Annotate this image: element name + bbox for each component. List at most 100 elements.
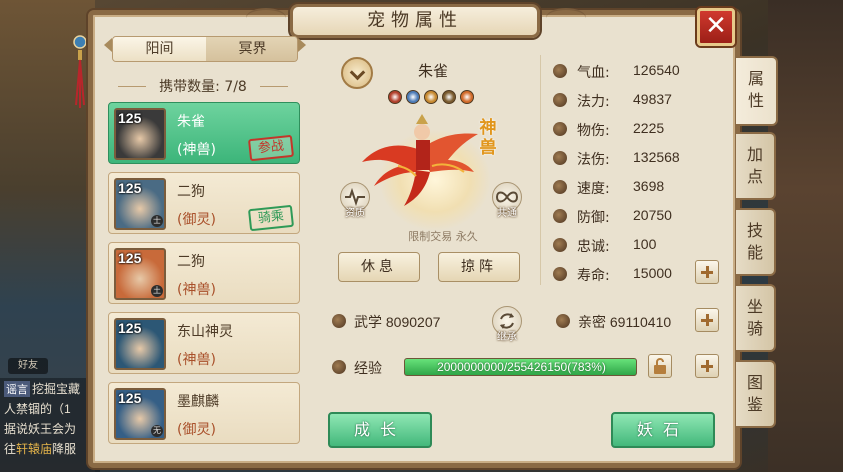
close-button[interactable]: ✕ xyxy=(697,8,735,46)
pet-list-type: (御灵) xyxy=(177,212,216,228)
demon-stone-button[interactable]: 妖石 xyxy=(611,412,715,448)
arrow-left-icon[interactable] xyxy=(104,38,112,52)
chevron-down-icon xyxy=(349,64,366,81)
tab-mingjie[interactable]: 冥界 xyxy=(206,37,297,61)
pet-level: 125 xyxy=(118,180,142,196)
pet-list-type: (神兽) xyxy=(177,142,216,158)
share-label: 共通 xyxy=(497,208,517,219)
status-stamp: 参战 xyxy=(247,134,295,162)
fashang-icon xyxy=(553,151,567,165)
chat-line: 往轩辕庙降服 xyxy=(4,442,77,456)
chat-line: 人禁锢的（1 xyxy=(4,402,71,416)
skill-icon[interactable] xyxy=(406,90,420,104)
stat-label: 速度: xyxy=(577,181,610,197)
pet-list-type: (神兽) xyxy=(177,352,216,368)
element-badge: 土 xyxy=(151,285,163,297)
stat-value: 15000 xyxy=(633,265,672,281)
pet-list-name: 二狗 xyxy=(177,254,205,270)
add-intimacy-button[interactable] xyxy=(695,308,719,332)
pet-level: 125 xyxy=(118,250,142,266)
tab-yangjian[interactable]: 阳间 xyxy=(113,37,206,61)
side-tab[interactable]: 技能 xyxy=(736,208,776,276)
stat-row: 防御: 20750 xyxy=(553,205,723,227)
pet-list-column: 阳间 冥界 携带数量: 7/8 125 朱雀 (神兽) 参战 125 士二狗 (御灵) 骑乘 1… xyxy=(98,28,308,462)
fali-icon xyxy=(553,93,567,107)
stat-label: 法力: xyxy=(577,94,610,110)
pet-list-name: 朱雀 xyxy=(177,114,205,130)
shouming-icon xyxy=(553,267,567,281)
side-tab[interactable]: 坐骑 xyxy=(736,284,776,352)
arrow-right-icon[interactable] xyxy=(298,38,306,52)
qinmi-icon xyxy=(556,314,570,328)
scene-right xyxy=(768,0,843,472)
skill-icon[interactable] xyxy=(460,90,474,104)
fangyu-icon xyxy=(553,209,567,223)
formation-button[interactable]: 掠阵 xyxy=(438,252,520,282)
vermilion-bird-image xyxy=(362,114,478,206)
stat-label: 法伤: xyxy=(577,152,610,168)
element-badge: 无 xyxy=(151,425,163,437)
stat-row: 法伤: 132568 xyxy=(553,147,723,169)
pet-dropdown-button[interactable] xyxy=(341,57,373,89)
pet-list-name: 东山神灵 xyxy=(177,324,233,340)
stat-label: 防御: xyxy=(577,210,610,226)
pet-list-item[interactable]: 125 东山神灵 (神兽) xyxy=(108,312,300,374)
skill-icon[interactable] xyxy=(442,90,456,104)
column-divider xyxy=(540,55,541,285)
pet-list-item[interactable]: 125 士 二狗 (御灵) 骑乘 xyxy=(108,172,300,234)
stat-label: 忠诚: xyxy=(577,239,610,255)
pet-avatar: 125 无 xyxy=(114,388,166,440)
side-tab[interactable]: 属性 xyxy=(736,56,778,126)
grow-button[interactable]: 成长 xyxy=(328,412,432,448)
stat-value: 3698 xyxy=(633,178,665,194)
rest-button[interactable]: 休息 xyxy=(338,252,420,282)
pet-list-item[interactable]: 125 无 墨麒麟 (御灵) xyxy=(108,382,300,444)
chat-box[interactable]: 谣言 挖掘宝藏 人禁锢的（1 据说妖王会为 往轩辕庙降服 xyxy=(0,378,100,472)
title-ornament-right xyxy=(546,8,586,28)
wuxue-icon xyxy=(332,314,346,328)
lock-button[interactable] xyxy=(648,354,672,378)
pet-list-type: (御灵) xyxy=(177,422,216,438)
exp-progress-bar: 2000000000/255426150(783%) xyxy=(404,358,637,376)
stat-row: 忠诚: 100 xyxy=(553,234,723,256)
exp-progress-text: 2000000000/255426150(783%) xyxy=(437,360,606,374)
stat-value: 126540 xyxy=(633,62,680,78)
qinmi-stat: 亲密 69110410 xyxy=(578,314,672,330)
skill-icon[interactable] xyxy=(424,90,438,104)
qixue-icon xyxy=(553,64,567,78)
title-ornament-left xyxy=(246,8,286,28)
pet-list-name: 二狗 xyxy=(177,184,205,200)
pet-list-item[interactable]: 125 土 二狗 (神兽) xyxy=(108,242,300,304)
skill-icon[interactable] xyxy=(388,90,402,104)
pet-level: 125 xyxy=(118,110,142,126)
stat-value: 49837 xyxy=(633,91,672,107)
add-lifespan-button[interactable] xyxy=(695,260,719,284)
element-badge: 士 xyxy=(151,215,163,227)
divine-beast-label: 神兽 xyxy=(479,118,497,158)
stat-value: 2225 xyxy=(633,120,665,136)
window-title: 宠物属性 xyxy=(290,4,540,38)
stat-row: 速度: 3698 xyxy=(553,176,723,198)
lock-icon xyxy=(654,358,666,374)
stat-label: 物伤: xyxy=(577,123,610,139)
trade-restriction: 限制交易 永久 xyxy=(408,230,478,243)
wushang-icon xyxy=(553,122,567,136)
friend-tab[interactable]: 好友 xyxy=(8,358,48,374)
pet-level: 125 xyxy=(118,390,142,406)
pet-list-item[interactable]: 125 朱雀 (神兽) 参战 xyxy=(108,102,300,164)
stat-row: 气血: 126540 xyxy=(553,60,723,82)
stat-value: 20750 xyxy=(633,207,672,223)
chat-line: 据说妖王会为 xyxy=(4,422,77,436)
exp-icon xyxy=(332,360,346,374)
side-tab[interactable]: 加点 xyxy=(736,132,776,200)
pet-avatar: 125 xyxy=(114,108,166,160)
stat-row: 物伤: 2225 xyxy=(553,118,723,140)
jade-pendant-icon xyxy=(73,35,87,108)
side-tab[interactable]: 图鉴 xyxy=(736,360,776,428)
add-exp-button[interactable] xyxy=(695,354,719,378)
inherit-label: 继承 xyxy=(497,332,517,343)
status-stamp: 骑乘 xyxy=(247,204,295,232)
pet-avatar: 125 士 xyxy=(114,178,166,230)
stat-label: 气血: xyxy=(577,65,610,81)
qualify-label: 资质 xyxy=(345,208,365,219)
